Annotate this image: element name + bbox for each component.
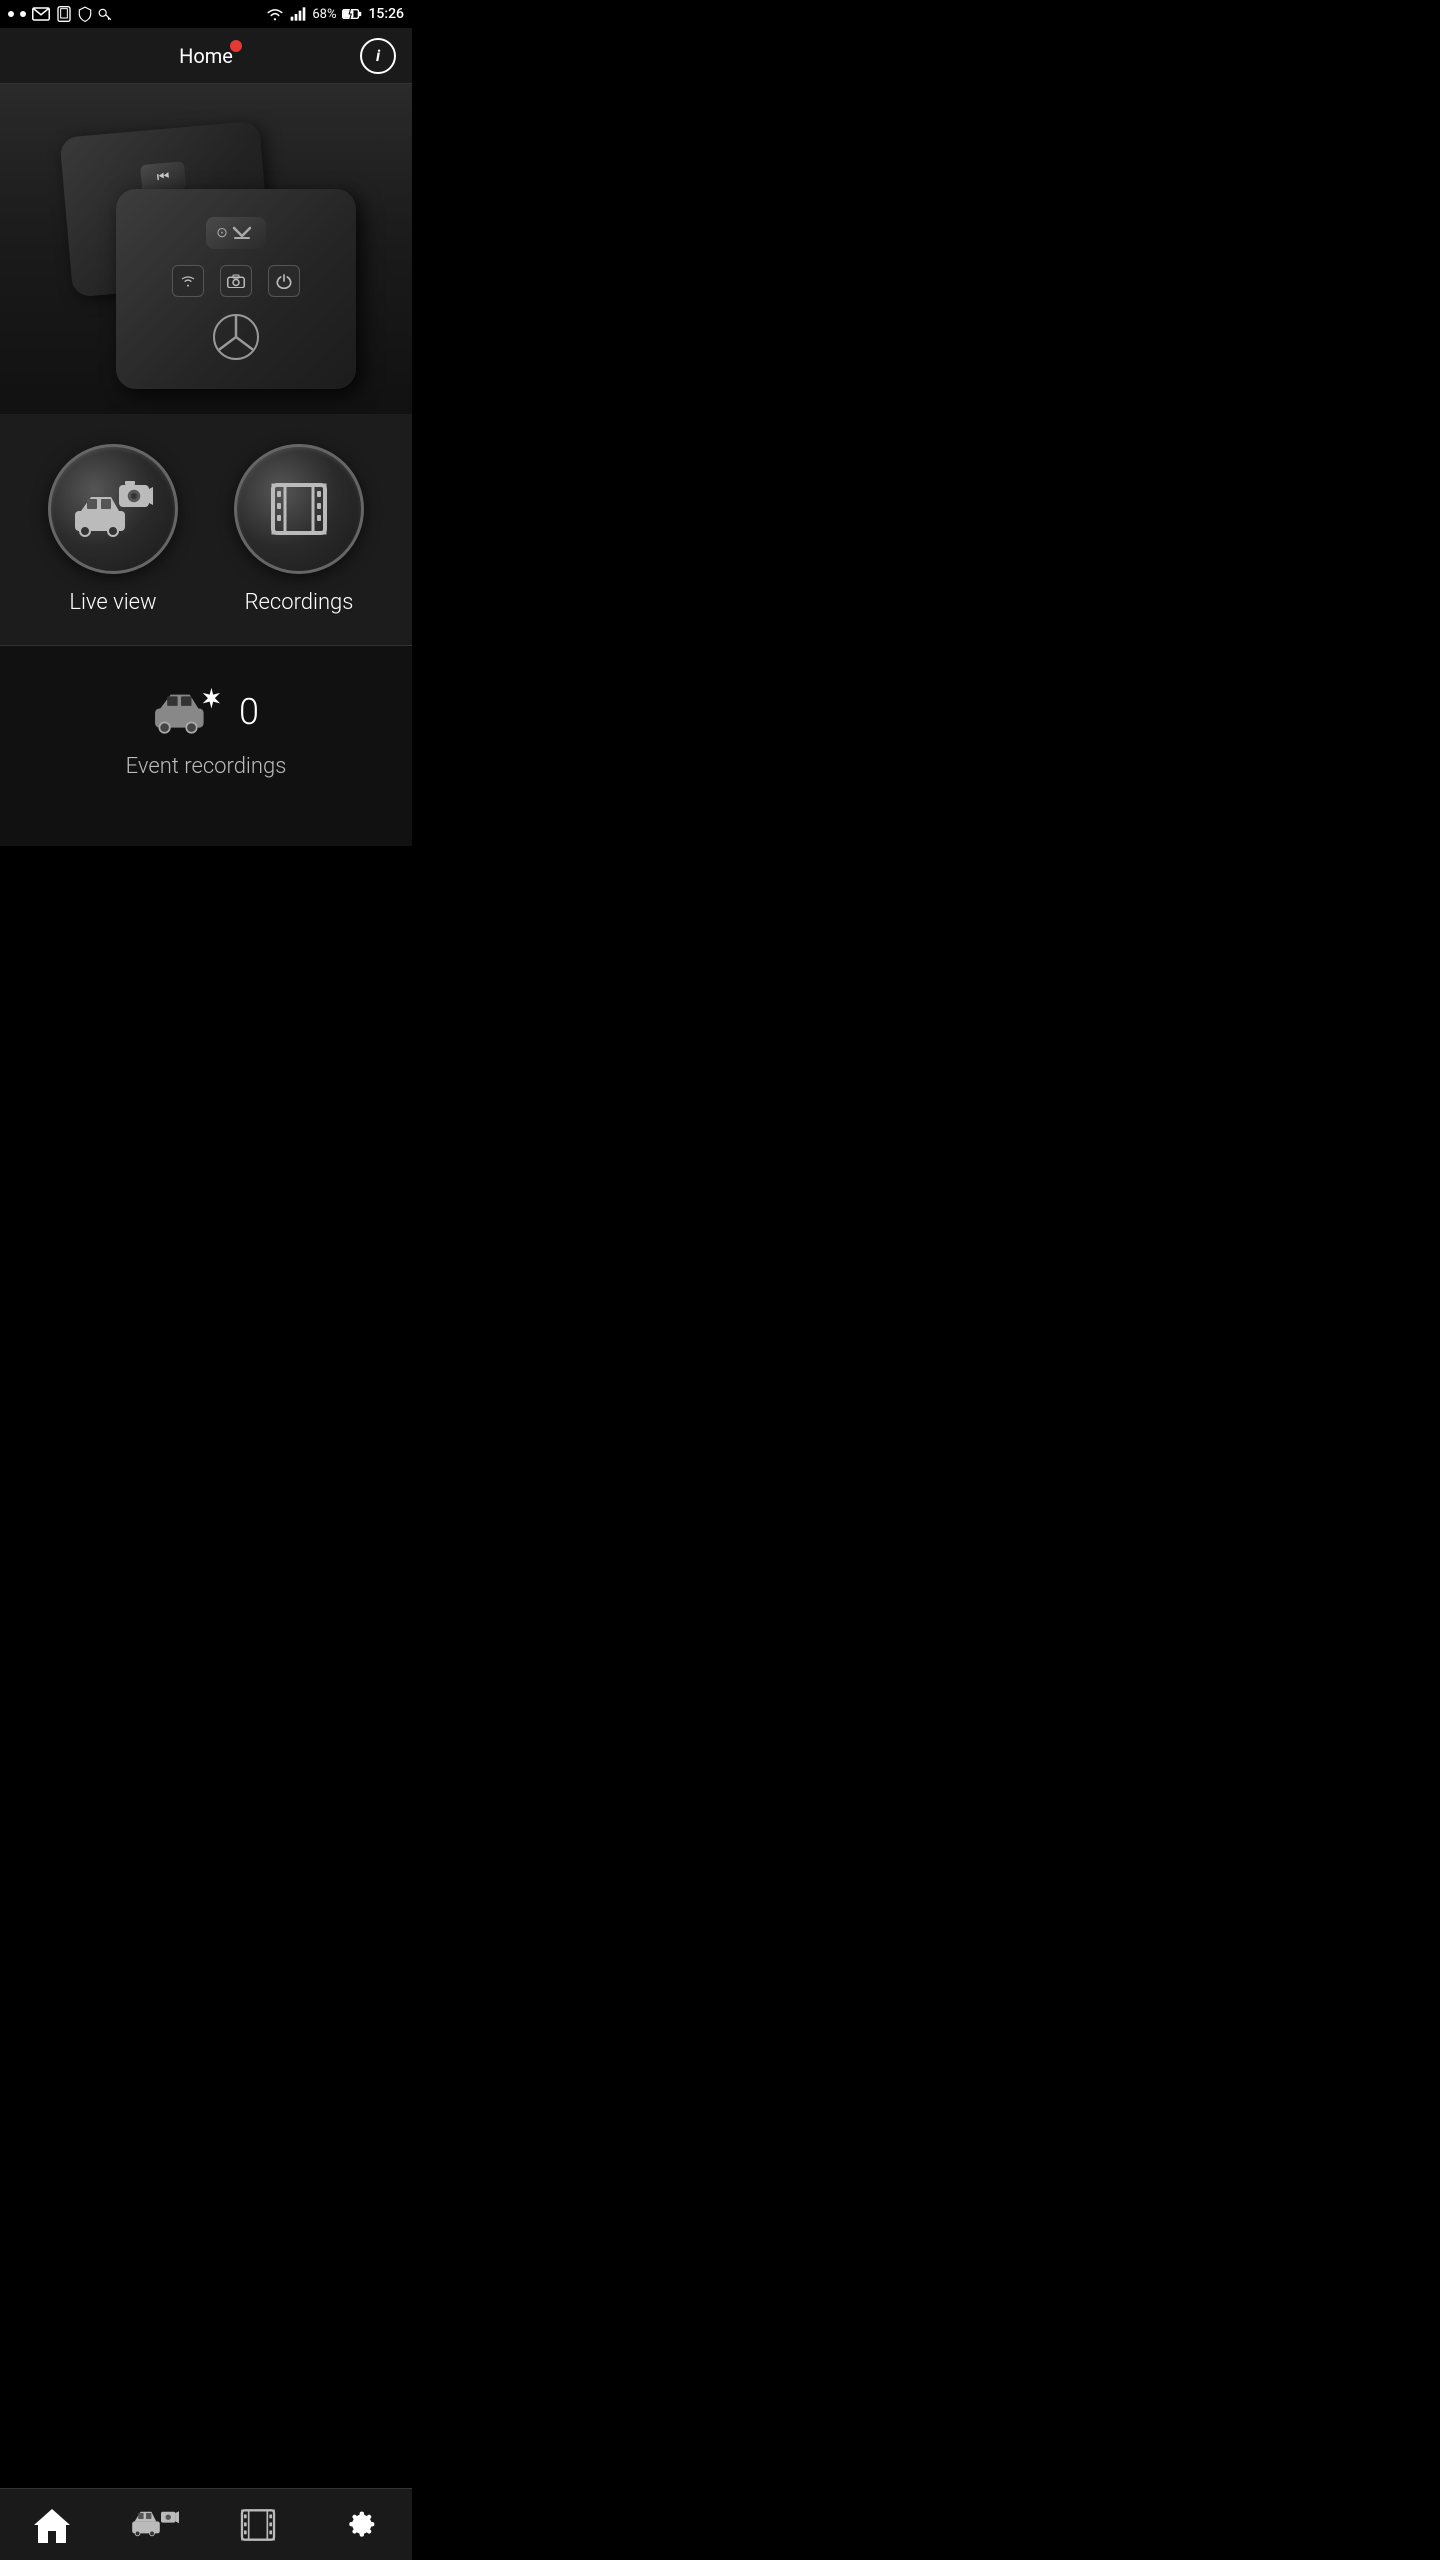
recordings-circle <box>234 444 364 574</box>
nav-settings[interactable] <box>331 2495 391 2555</box>
power-ctrl-icon <box>268 265 300 297</box>
nav-live-view[interactable] <box>125 2495 185 2555</box>
device-front <box>116 189 356 389</box>
nav-recordings[interactable] <box>228 2495 288 2555</box>
wifi-ctrl-icon <box>172 265 204 297</box>
device-download-icon <box>228 226 256 240</box>
mercedes-star-front <box>212 313 260 361</box>
signal-icon <box>290 7 306 21</box>
device-controls <box>172 265 300 297</box>
camera-ctrl-icon <box>220 265 252 297</box>
shield-icon <box>78 6 92 22</box>
nav-home[interactable] <box>22 2495 82 2555</box>
actions-section: Live view Recordings <box>0 414 412 646</box>
phone-icon <box>56 6 72 22</box>
header: Home i <box>0 28 412 84</box>
event-count: 0 <box>239 691 259 733</box>
recordings-nav-icon <box>238 2505 278 2545</box>
info-icon: i <box>376 46 380 65</box>
dot-icon-2 <box>20 11 26 17</box>
home-icon <box>30 2503 74 2547</box>
settings-icon <box>341 2505 381 2545</box>
live-view-label: Live view <box>69 590 156 615</box>
status-bar: 68% 15:26 <box>0 0 412 28</box>
dot-icon-1 <box>8 11 14 17</box>
live-view-button[interactable]: Live view <box>48 444 178 615</box>
event-recordings-label: Event recordings <box>126 754 287 779</box>
hero-section <box>0 84 412 414</box>
recordings-label: Recordings <box>245 590 354 615</box>
bottom-nav <box>0 2488 412 2560</box>
live-view-icon <box>73 477 153 541</box>
device-front-top-button <box>206 217 266 249</box>
battery-icon <box>342 8 362 20</box>
event-row: 0 <box>153 686 259 738</box>
mail-icon <box>32 7 50 21</box>
battery-percentage: 68% <box>312 7 336 22</box>
time-display: 15:26 <box>368 6 404 22</box>
event-car-icon <box>153 686 223 738</box>
info-button[interactable]: i <box>360 38 396 74</box>
key-icon <box>98 6 112 22</box>
recordings-button[interactable]: Recordings <box>234 444 364 615</box>
status-icons-right: 68% 15:26 <box>266 6 404 22</box>
live-view-nav-icon <box>131 2505 179 2545</box>
live-view-circle <box>48 444 178 574</box>
event-section[interactable]: 0 Event recordings <box>0 646 412 846</box>
device-image <box>46 109 366 389</box>
recording-indicator <box>230 40 242 52</box>
wifi-icon <box>266 7 284 21</box>
recordings-icon <box>263 473 335 545</box>
status-icons-left <box>8 6 112 22</box>
page-title: Home <box>179 44 233 68</box>
